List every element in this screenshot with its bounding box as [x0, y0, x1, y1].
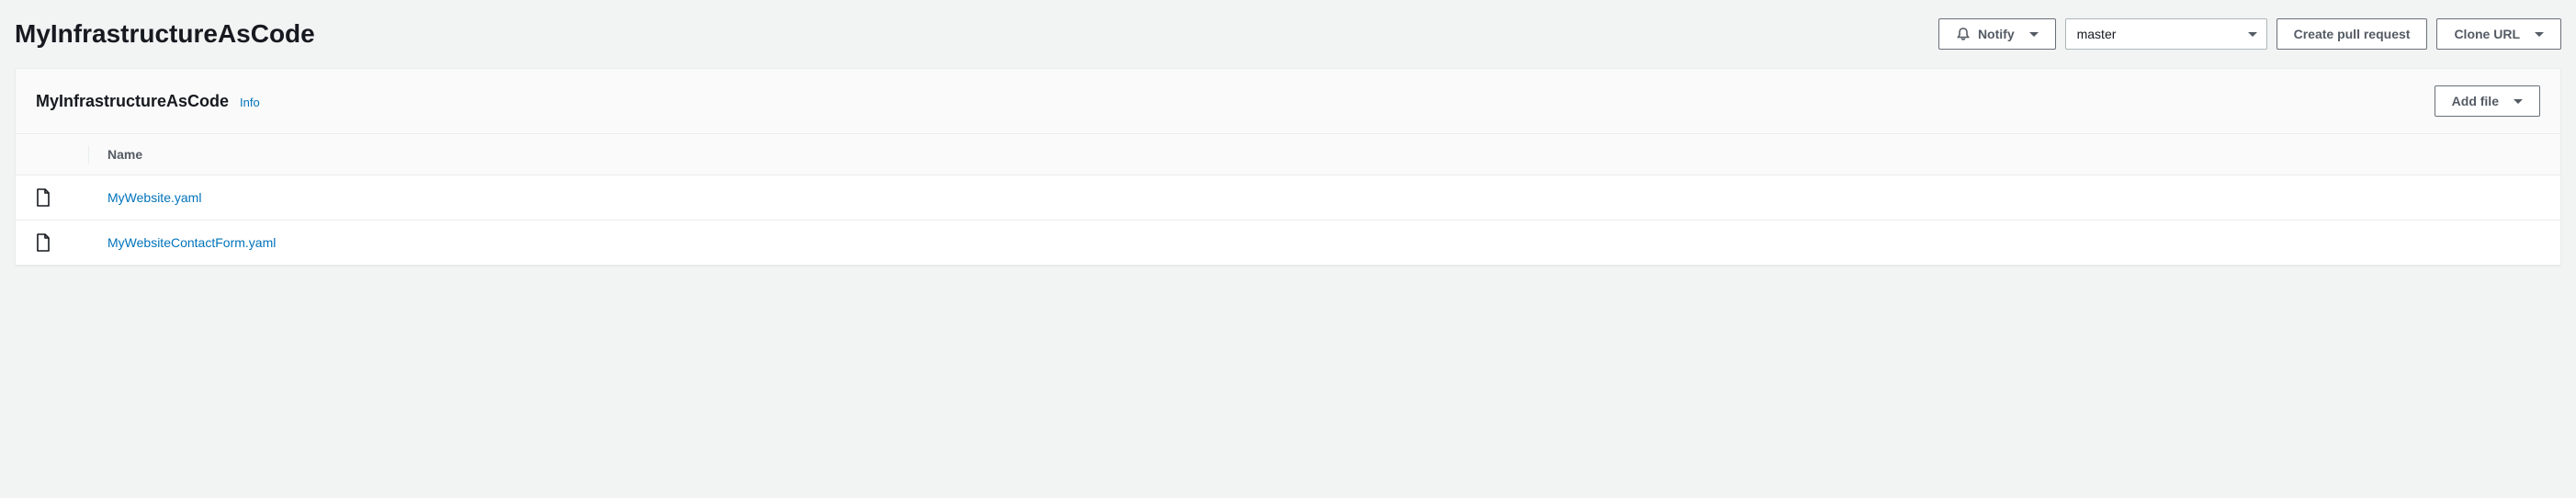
page-title: MyInfrastructureAsCode — [15, 19, 315, 49]
add-file-label: Add file — [2452, 94, 2499, 108]
file-link[interactable]: MyWebsiteContactForm.yaml — [89, 235, 276, 250]
file-icon — [36, 233, 89, 252]
info-link[interactable]: Info — [240, 96, 260, 109]
create-pr-label: Create pull request — [2294, 27, 2411, 41]
notify-button[interactable]: Notify — [1938, 18, 2056, 50]
caret-down-icon — [2514, 99, 2523, 104]
page-header: MyInfrastructureAsCode Notify master Cre… — [15, 0, 2561, 68]
table-header: Name — [16, 134, 2560, 175]
panel-title: MyInfrastructureAsCode — [36, 92, 229, 111]
branch-select[interactable]: master — [2065, 18, 2267, 50]
clone-url-button[interactable]: Clone URL — [2436, 18, 2561, 50]
panel-title-wrap: MyInfrastructureAsCode Info — [36, 92, 260, 111]
caret-down-icon — [2535, 32, 2544, 37]
table-row: MyWebsiteContactForm.yaml — [16, 221, 2560, 265]
file-icon — [36, 188, 89, 207]
caret-down-icon — [2029, 32, 2039, 37]
notify-label: Notify — [1978, 27, 2015, 41]
add-file-button[interactable]: Add file — [2435, 85, 2540, 117]
branch-selected-value: master — [2077, 27, 2117, 41]
caret-down-icon — [2248, 32, 2257, 37]
repository-panel: MyInfrastructureAsCode Info Add file Nam… — [15, 68, 2561, 266]
col-name-header: Name — [89, 147, 142, 162]
bell-icon — [1956, 27, 1971, 41]
file-link[interactable]: MyWebsite.yaml — [89, 190, 201, 205]
table-row: MyWebsite.yaml — [16, 175, 2560, 221]
col-icon-spacer — [36, 145, 89, 164]
create-pull-request-button[interactable]: Create pull request — [2277, 18, 2428, 50]
header-actions: Notify master Create pull request Clone … — [1938, 18, 2561, 50]
clone-url-label: Clone URL — [2454, 27, 2520, 41]
panel-header: MyInfrastructureAsCode Info Add file — [16, 69, 2560, 134]
